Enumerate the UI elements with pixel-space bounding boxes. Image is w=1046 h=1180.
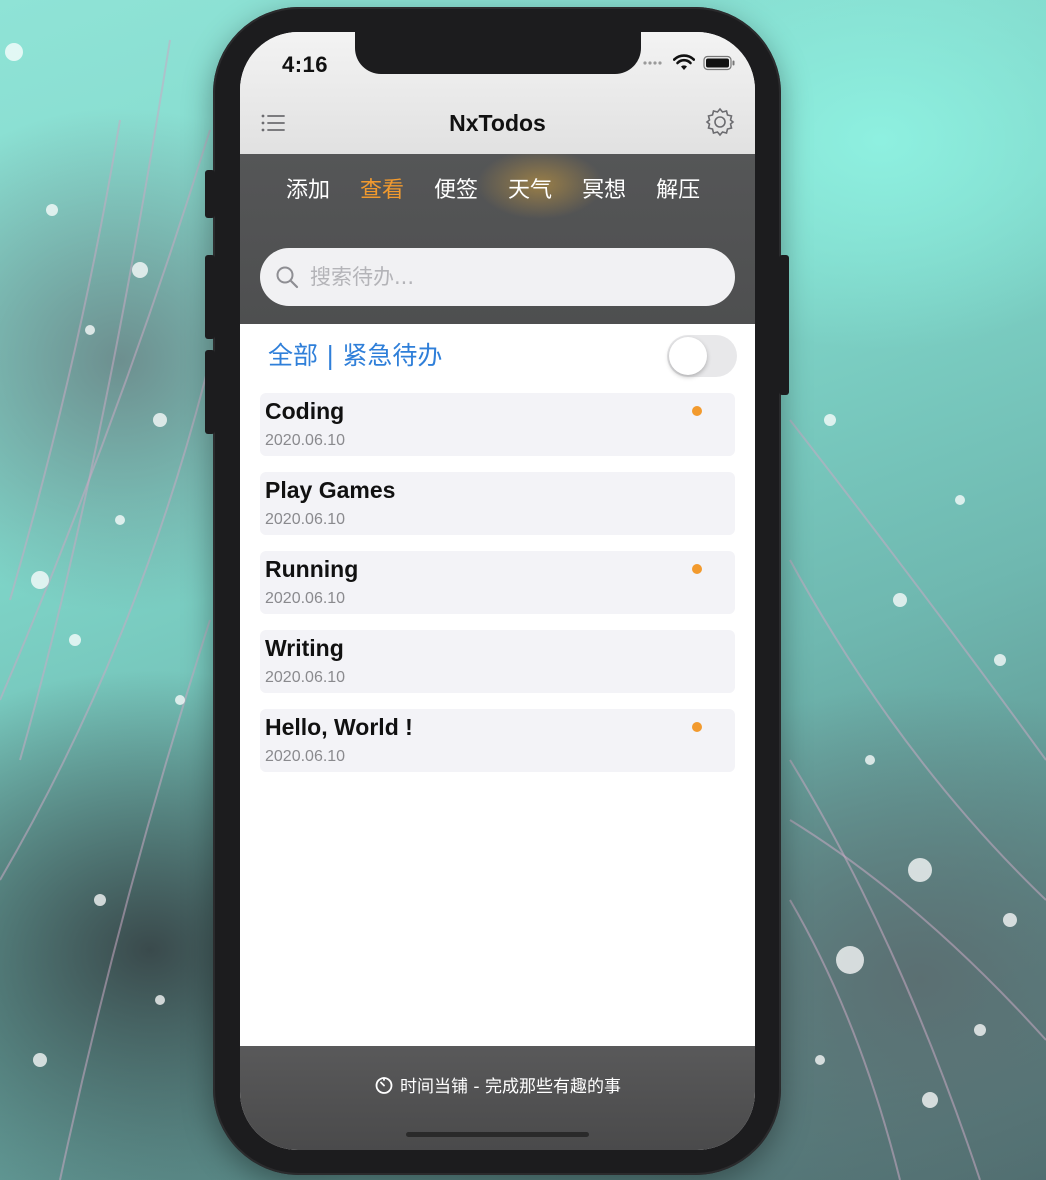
home-indicator[interactable] <box>406 1132 589 1137</box>
footer-slogan: 时间当铺 - 完成那些有趣的事 <box>240 1072 755 1097</box>
battery-icon <box>703 55 735 71</box>
urgent-dot-icon <box>692 406 702 416</box>
search-input[interactable] <box>308 264 712 290</box>
todo-item[interactable]: Hello, World ! 2020.06.10 <box>260 709 735 772</box>
todo-item[interactable]: Writing 2020.06.10 <box>260 630 735 693</box>
todo-item[interactable]: Play Games 2020.06.10 <box>260 472 735 535</box>
nav-bar: NxTodos <box>240 98 755 154</box>
tab-view[interactable]: 查看 <box>360 172 404 204</box>
filter-row: 全部 | 紧急待办 <box>240 324 755 388</box>
status-time: 4:16 <box>282 52 329 77</box>
tab-bar: 添加 查看 便签 天气 冥想 解压 <box>286 172 700 204</box>
urgent-dot-icon <box>692 564 702 574</box>
todo-date: 2020.06.10 <box>265 590 346 607</box>
notch <box>355 32 641 74</box>
header-banner: 添加 查看 便签 天气 冥想 解压 <box>240 154 755 324</box>
todo-item[interactable]: Coding 2020.06.10 <box>260 393 735 456</box>
tab-weather[interactable]: 天气 <box>508 172 552 204</box>
app-title: NxTodos <box>449 110 546 136</box>
phone-side-button-right <box>779 255 789 395</box>
phone-side-button-left-3 <box>205 350 215 434</box>
filter-label: 全部 | 紧急待办 <box>268 341 443 370</box>
toggle-knob <box>669 337 707 375</box>
todo-title: Play Games <box>265 477 396 503</box>
status-bar: 4:16 NxTodos <box>240 32 755 154</box>
todo-title: Coding <box>265 398 345 424</box>
todo-date: 2020.06.10 <box>265 511 346 528</box>
phone-side-button-left-1 <box>205 170 215 218</box>
todo-item[interactable]: Running 2020.06.10 <box>260 551 735 614</box>
wifi-icon <box>673 54 695 70</box>
footer-text: 时间当铺 - 完成那些有趣的事 <box>400 1077 621 1097</box>
todo-date: 2020.06.10 <box>265 432 346 449</box>
search-icon <box>276 266 299 289</box>
urgent-only-toggle[interactable] <box>667 335 737 377</box>
todo-title: Running <box>265 556 359 582</box>
phone-side-button-left-2 <box>205 255 215 339</box>
search-bar[interactable] <box>260 248 735 306</box>
todo-list: Coding 2020.06.10 Play Games 2020.06.10 … <box>260 393 735 788</box>
timer-icon <box>375 1076 393 1094</box>
tab-add[interactable]: 添加 <box>286 172 330 204</box>
todo-date: 2020.06.10 <box>265 748 346 765</box>
urgent-dot-icon <box>692 722 702 732</box>
tab-notes[interactable]: 便签 <box>434 172 478 204</box>
tab-meditate[interactable]: 冥想 <box>582 172 626 204</box>
status-icons <box>643 54 735 72</box>
settings-gear-icon[interactable] <box>705 107 735 137</box>
footer-bar: 时间当铺 - 完成那些有趣的事 <box>240 1046 755 1150</box>
todo-date: 2020.06.10 <box>265 669 346 686</box>
app-screen: 4:16 NxTodos 添加 查看 便签 天气 冥想 解压 搜索待办... 全… <box>240 32 755 1150</box>
todo-title: Hello, World ! <box>265 714 413 740</box>
signal-dots-icon <box>643 61 662 65</box>
todo-title: Writing <box>265 635 344 661</box>
tab-relax[interactable]: 解压 <box>656 172 700 204</box>
